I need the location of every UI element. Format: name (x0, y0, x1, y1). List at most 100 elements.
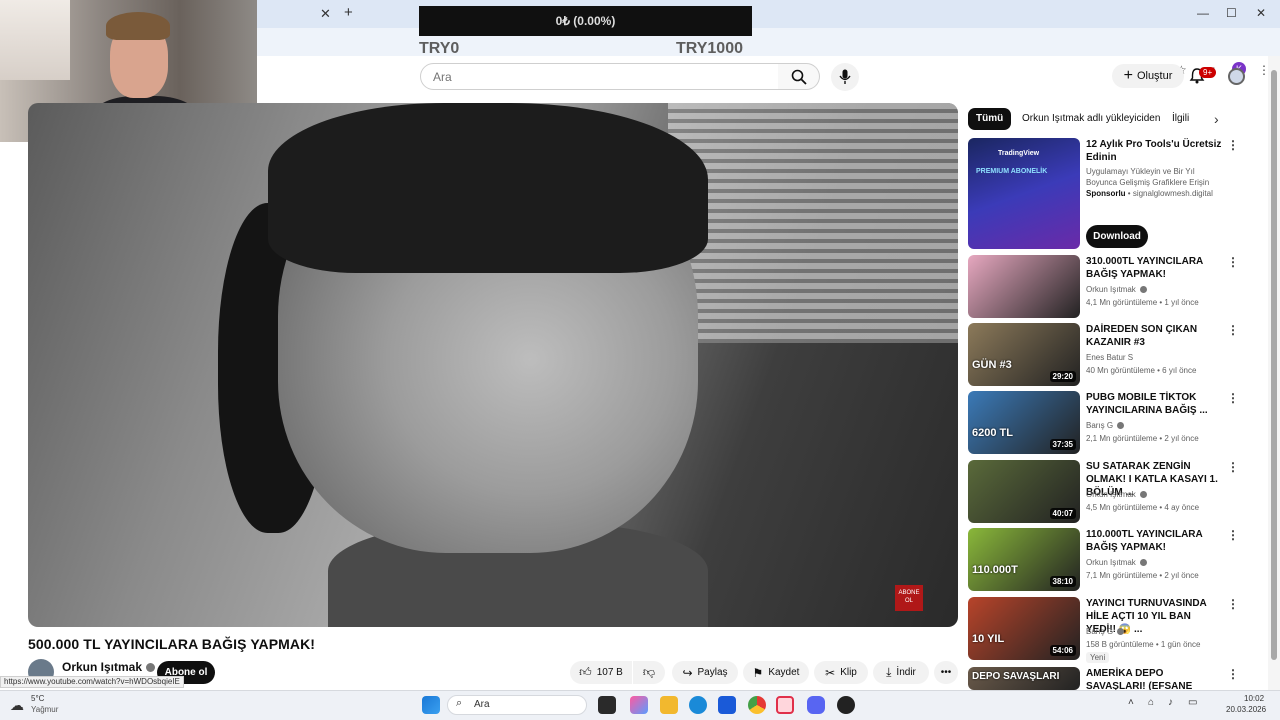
copilot-icon[interactable] (630, 696, 648, 714)
clock-time[interactable]: 10:02 (1244, 694, 1264, 703)
edge-icon[interactable] (689, 696, 707, 714)
like-button[interactable]: 👍︎ 107 B (570, 661, 632, 684)
task-view-icon[interactable] (598, 696, 616, 714)
recommendation-channel[interactable]: Orkun Işıtmak (1086, 558, 1147, 567)
recommendation-title[interactable]: 110.000TL YAYINCILARA BAĞIŞ YAPMAK! (1086, 528, 1222, 554)
thumbs-up-icon: 👍︎ (579, 665, 592, 679)
download-label: İndir (896, 667, 916, 678)
verified-icon (1139, 286, 1147, 294)
thumbnail-text: DEPO SAVAŞLARI (972, 671, 1060, 682)
recommendation-thumbnail[interactable]: 10 YIL 54:06 (968, 597, 1080, 660)
minimize-button[interactable]: — (1197, 6, 1209, 20)
dislike-button[interactable]: 👎︎ (633, 661, 665, 684)
chevron-right-icon[interactable]: › (1214, 111, 1219, 127)
like-count: 107 B (596, 667, 623, 678)
taskbar-search-label: Ara (474, 699, 490, 710)
sponsored-title[interactable]: 12 Aylık Pro Tools'u Ücretsiz Edinin (1086, 138, 1222, 164)
video-player[interactable] (28, 103, 958, 627)
chrome-icon[interactable] (748, 696, 766, 714)
recommendation-channel[interactable]: Orkun Işıtmak (1086, 285, 1147, 294)
file-explorer-icon[interactable] (660, 696, 678, 714)
more-actions-button[interactable]: ••• (934, 661, 958, 684)
recommendation-title[interactable]: 310.000TL YAYINCILARA BAĞIŞ YAPMAK! (1086, 255, 1222, 281)
new-tab-button[interactable]: + (344, 4, 353, 21)
maximize-button[interactable]: ☐ (1226, 6, 1237, 20)
battery-icon[interactable]: ▭ (1188, 697, 1197, 708)
duration-badge: 38:10 (1049, 576, 1076, 587)
search-button[interactable] (778, 63, 820, 90)
verified-icon (1117, 628, 1125, 636)
recommendation-thumbnail[interactable]: 40:07 (968, 460, 1080, 523)
thumbnail-text: 110.000T (972, 564, 1018, 576)
recommendation-channel[interactable]: Enes Batur S (1086, 353, 1133, 362)
chip-related[interactable]: İlgili (1164, 108, 1197, 130)
recommendation-menu-icon[interactable]: ⋮ (1227, 667, 1239, 681)
recommendation-channel[interactable]: Orkun Işıtmak (1086, 490, 1147, 499)
verified-icon (1117, 422, 1125, 430)
subscribe-watermark[interactable]: ABONE OL (895, 585, 923, 611)
save-button[interactable]: ⚑ Kaydet (743, 661, 809, 684)
sponsored-thumbnail[interactable]: TradingView PREMIUM ABONELİK (968, 138, 1080, 249)
scrollbar-thumb[interactable] (1271, 70, 1277, 660)
recommendation-title[interactable]: DAİREDEN SON ÇIKAN KAZANIR #3 (1086, 323, 1222, 349)
network-icon[interactable]: ⌂ (1148, 697, 1154, 708)
recommendation-meta: 4,5 Mn görüntüleme • 4 ay önce (1086, 503, 1200, 512)
account-avatar[interactable] (1228, 68, 1245, 85)
scissors-icon: ✂ (825, 665, 836, 680)
recommendation-meta: 40 Mn görüntüleme • 6 yıl önce (1086, 366, 1197, 375)
notifications-badge: 9+ (1199, 67, 1217, 78)
recommendation-menu-icon[interactable]: ⋮ (1227, 255, 1239, 269)
chip-from-uploader[interactable]: Orkun Işıtmak adlı yükleyiciden (1014, 108, 1168, 130)
webcam-window-bg (0, 0, 70, 80)
recommendation-menu-icon[interactable]: ⋮ (1227, 391, 1239, 405)
share-icon: ↪ (682, 665, 693, 680)
search-input[interactable] (421, 64, 778, 89)
recommendation-menu-icon[interactable]: ⋮ (1227, 528, 1239, 542)
recommendation-channel-name: Barış G (1086, 627, 1114, 636)
opera-icon[interactable] (776, 696, 794, 714)
start-icon[interactable] (422, 696, 440, 714)
download-button[interactable]: ⤓ İndir (873, 661, 929, 684)
donation-goal-bar: 0₺ (0.00%) (419, 6, 752, 36)
recommendation-thumbnail[interactable] (968, 255, 1080, 318)
recommendation-meta: 4,1 Mn görüntüleme • 1 yıl önce (1086, 298, 1199, 307)
discord-icon[interactable] (807, 696, 825, 714)
sponsored-thumb-caption: PREMIUM ABONELİK (976, 168, 1048, 175)
window-close-button[interactable]: ✕ (1256, 6, 1266, 20)
recommendation-meta: 2,1 Mn görüntüleme • 2 yıl önce (1086, 434, 1199, 443)
share-button[interactable]: ↪ Paylaş (672, 661, 738, 684)
taskbar-search[interactable]: Ara (447, 695, 587, 715)
channel-name[interactable]: Orkun Işıtmak (62, 660, 156, 674)
volume-icon[interactable]: ♪ (1168, 697, 1173, 708)
save-label: Kaydet (768, 667, 800, 678)
bookmark-icon: ⚑ (752, 665, 764, 680)
sponsored-menu-icon[interactable]: ⋮ (1227, 138, 1239, 152)
clock-date[interactable]: 20.03.2026 (1226, 705, 1266, 714)
sponsored-download-button[interactable]: Download (1086, 225, 1148, 248)
tray-chevron-icon[interactable]: ˄ (1128, 697, 1134, 708)
chip-all[interactable]: Tümü (968, 108, 1012, 130)
tab-close-icon[interactable]: ✕ (320, 6, 331, 22)
recommendation-menu-icon[interactable]: ⋮ (1227, 460, 1239, 474)
recommendation-title[interactable]: PUBG MOBILE TİKTOK YAYINCILARINA BAĞIŞ .… (1086, 391, 1222, 417)
recommendation-thumbnail[interactable]: DEPO SAVAŞLARI (968, 667, 1080, 690)
download-icon: ⤓ (886, 665, 892, 679)
share-label: Paylaş (697, 667, 728, 678)
recommendation-thumbnail[interactable]: 6200 TL 37:35 (968, 391, 1080, 454)
recommendation-menu-icon[interactable]: ⋮ (1227, 323, 1239, 337)
recommendation-thumbnail[interactable]: GÜN #3 29:20 (968, 323, 1080, 386)
store-icon[interactable] (718, 696, 736, 714)
verified-icon (1139, 491, 1147, 499)
voice-search-button[interactable] (831, 63, 859, 91)
recommendation-channel[interactable]: Barış G (1086, 421, 1125, 430)
recommendation-menu-icon[interactable]: ⋮ (1227, 597, 1239, 611)
clip-button[interactable]: ✂ Klip (814, 661, 868, 684)
recommendation-channel[interactable]: Barış G (1086, 627, 1125, 636)
taskbar-search-icon: ⌕ (456, 697, 463, 709)
sponsored-description: Uygulamayı Yükleyin ve Bir Yıl Boyunca G… (1086, 167, 1210, 187)
search-input-wrapper (420, 63, 779, 90)
create-button[interactable]: + Oluştur (1112, 64, 1184, 88)
recommendation-channel-name: Orkun Işıtmak (1086, 490, 1136, 499)
obs-icon[interactable] (837, 696, 855, 714)
recommendation-thumbnail[interactable]: 110.000T 38:10 (968, 528, 1080, 591)
